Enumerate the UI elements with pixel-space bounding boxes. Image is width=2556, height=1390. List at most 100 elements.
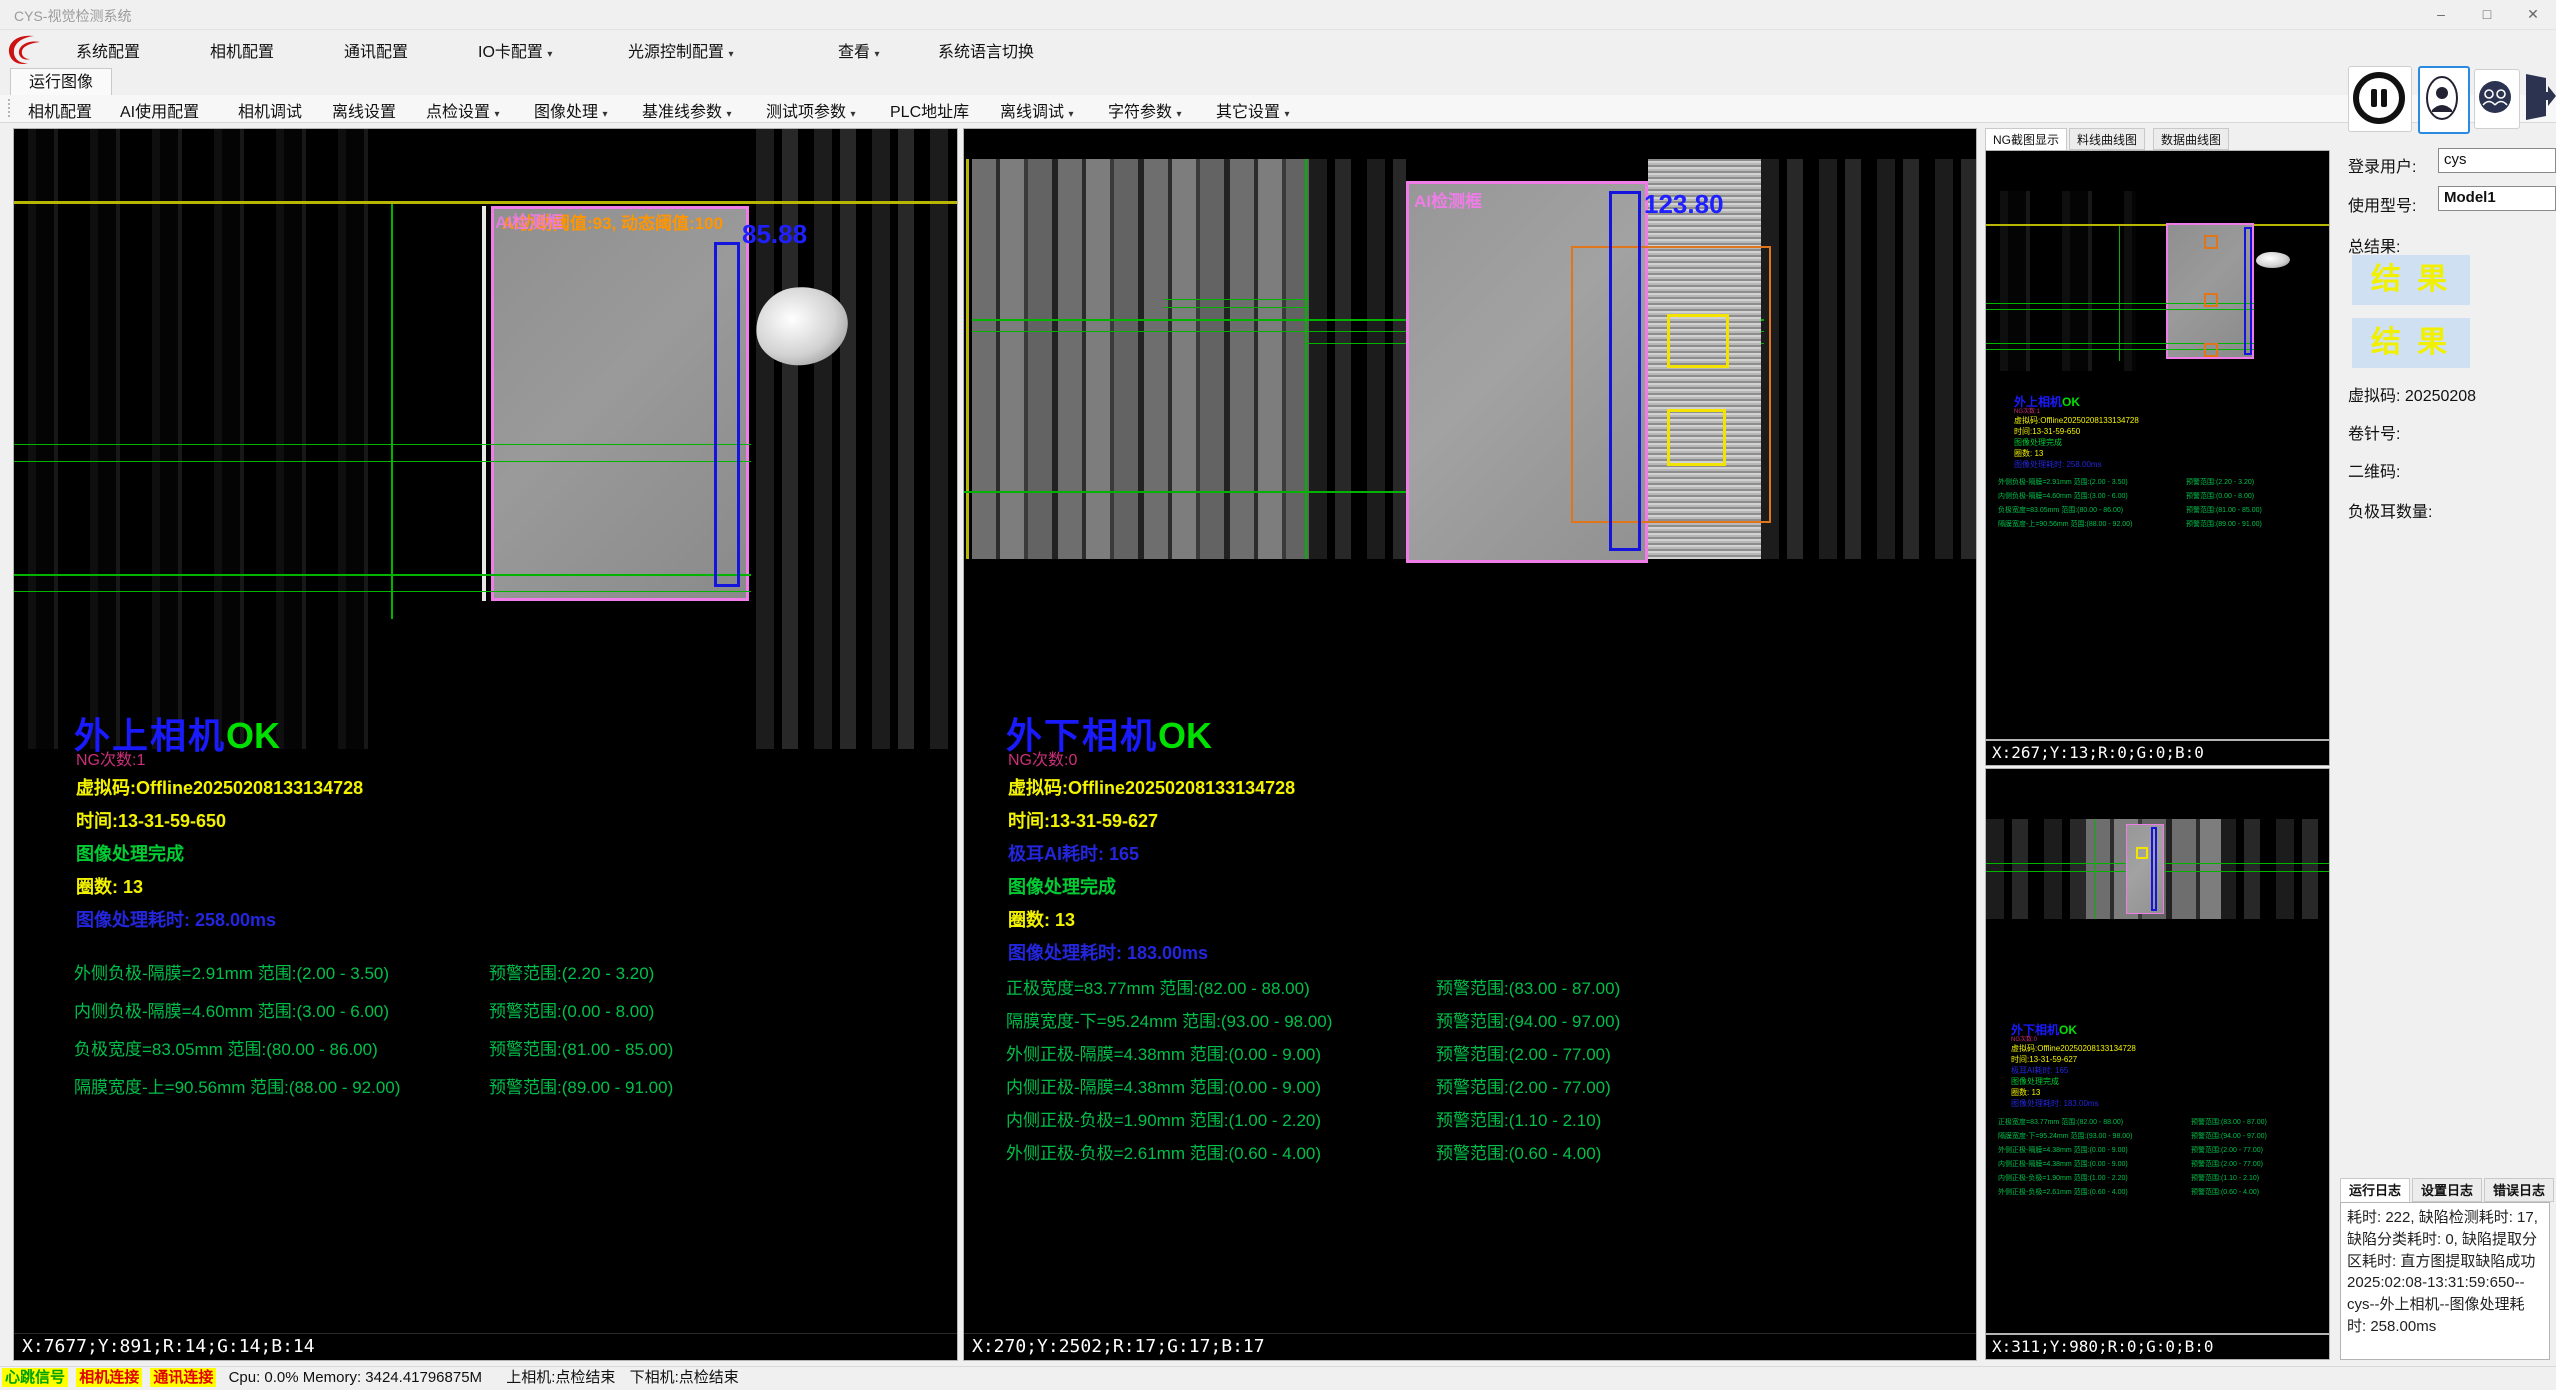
- toolbar-item-other-settings[interactable]: 其它设置 ▾: [1216, 98, 1290, 122]
- menu-label: 系统语言切换: [938, 44, 1034, 61]
- pixel-coordinate-bar: X:270;Y:2502;R:17;G:17;B:17: [964, 1333, 1976, 1360]
- measure-value-overlay: 123.80: [1644, 189, 1724, 220]
- exit-button[interactable]: [2524, 66, 2556, 130]
- toolbar-item-offline-debug[interactable]: 离线调试 ▾: [1000, 98, 1074, 122]
- heartbeat-badge: 心跳信号: [2, 1368, 68, 1387]
- green-line: [1164, 307, 1309, 308]
- mini-warn: 预警范围:(94.00 - 97.00): [2191, 1131, 2267, 1141]
- menu-item-view[interactable]: 查看 ▾: [838, 38, 880, 62]
- image-strips-left: [14, 129, 394, 749]
- menu-item-light-config[interactable]: 光源控制配置 ▾: [628, 38, 734, 62]
- measurement-row: 内侧正极-隔膜=4.38mm 范围:(0.00 - 9.00): [1006, 1073, 1321, 1098]
- toolbar-item-baseline-params[interactable]: 基准线参数 ▾: [642, 98, 732, 122]
- measurement-row: 内侧正极-负极=1.90mm 范围:(1.00 - 2.20): [1006, 1106, 1321, 1131]
- green-line: [14, 591, 751, 592]
- chevron-down-icon: ▾: [728, 49, 733, 60]
- close-button[interactable]: ✕: [2510, 0, 2556, 29]
- login-user-field[interactable]: cys: [2438, 148, 2556, 173]
- orange-detect-box: [1571, 246, 1771, 523]
- pause-button[interactable]: [2348, 66, 2412, 132]
- mini-measure: 隔膜宽度-上=90.56mm 范围:(88.00 - 92.00): [1998, 519, 2132, 529]
- menu-label: IO卡配置: [478, 44, 543, 61]
- menu-item-system-config[interactable]: 系统配置: [76, 38, 140, 62]
- mini-measure: 内侧正极-负极=1.90mm 范围:(1.00 - 2.20): [1998, 1173, 2128, 1183]
- user-manage-button[interactable]: [2474, 69, 2520, 129]
- virtual-code-label: 虚拟码: 20250208: [2348, 382, 2476, 406]
- ng-coordinate-bar: X:267;Y:13;R:0;G:0;B:0: [1985, 740, 2330, 766]
- warning-range: 预警范围:(0.00 - 8.00): [489, 997, 654, 1022]
- user-login-button[interactable]: [2418, 66, 2470, 134]
- toolbar-item-test-params[interactable]: 测试项参数 ▾: [766, 98, 856, 122]
- mini-info: 极耳AI耗时: 165: [2011, 1065, 2068, 1076]
- image-strips-right: [1761, 159, 1976, 559]
- blue-measure-box: [1609, 191, 1641, 551]
- title-bar: CYS-视觉检测系统 – □ ✕: [0, 0, 2556, 30]
- model-field[interactable]: Model1: [2438, 186, 2556, 211]
- mini-info: 图像处理完成: [2011, 1076, 2059, 1087]
- tab-ng-display[interactable]: NG截图显示: [1985, 128, 2067, 150]
- mini-ng-count: NG次数:0: [2011, 1034, 2037, 1043]
- mini-measure: 外侧负极-隔膜=2.91mm 范围:(2.00 - 3.50): [1998, 477, 2128, 487]
- chevron-down-icon: ▾: [547, 49, 552, 60]
- toolbar-item-camera-config[interactable]: 相机配置: [28, 98, 92, 122]
- exit-icon: [2524, 66, 2556, 128]
- mini-warn: 预警范围:(2.00 - 77.00): [2191, 1145, 2263, 1155]
- measurement-row: 外侧正极-隔膜=4.38mm 范围:(0.00 - 9.00): [1006, 1040, 1321, 1065]
- chevron-down-icon: ▾: [726, 109, 731, 120]
- info-loop-count: 圈数: 13: [1008, 906, 1075, 932]
- measurement-text: 隔膜宽度-上=90.56mm 范围:(88.00 - 92.00): [74, 1078, 400, 1097]
- chevron-down-icon: ▾: [850, 109, 855, 120]
- tab-setting-log[interactable]: 设置日志: [2412, 1178, 2482, 1202]
- mini-info: 时间:13-31-59-627: [2011, 1054, 2077, 1065]
- green-line: [1164, 299, 1309, 300]
- yellow-reference-line: [14, 201, 957, 204]
- toolbar-item-char-params[interactable]: 字符参数 ▾: [1108, 98, 1182, 122]
- camera-view-lower: AI检测框 123.80 外下相机OK NG次数:0 虚拟码:Offline20…: [963, 128, 1977, 1361]
- mini-ng-count: NG次数:1: [2014, 406, 2040, 415]
- mini-orange-box: [2204, 343, 2218, 357]
- mini-green-vline: [2094, 819, 2095, 919]
- toolbar-item-ai-config[interactable]: AI使用配置: [120, 98, 199, 122]
- chevron-down-icon: ▾: [494, 109, 499, 120]
- tab-run-image[interactable]: 运行图像: [10, 68, 112, 96]
- toolbar-item-camera-debug[interactable]: 相机调试: [238, 98, 302, 122]
- minimize-button[interactable]: –: [2418, 0, 2464, 29]
- toolbar-item-plc-library[interactable]: PLC地址库: [890, 98, 969, 122]
- total-result-label: 总结果:: [2348, 233, 2400, 257]
- menu-item-comm-config[interactable]: 通讯配置: [344, 38, 408, 62]
- toolbar-item-image-process[interactable]: 图像处理 ▾: [534, 98, 608, 122]
- measure-value-overlay: 85.88: [742, 219, 807, 250]
- yellow-defect-box: [1667, 314, 1729, 368]
- measurement-row: 隔膜宽度-下=95.24mm 范围:(93.00 - 98.00): [1006, 1007, 1332, 1032]
- measurement-text: 内侧正极-隔膜=4.38mm 范围:(0.00 - 9.00): [1006, 1078, 1321, 1097]
- green-vertical-line: [1305, 159, 1307, 559]
- menu-item-language-switch[interactable]: 系统语言切换: [938, 38, 1034, 62]
- qr-code-label: 二维码:: [2348, 458, 2400, 482]
- model-label: 使用型号:: [2348, 192, 2416, 216]
- info-virtual-code: 虚拟码:Offline20250208133134728: [1008, 774, 1295, 800]
- mini-orange-box: [2204, 235, 2218, 249]
- mini-info: 图像处理耗时: 183.00ms: [2011, 1098, 2099, 1109]
- comm-link-badge: 通讯连接: [150, 1368, 216, 1387]
- mini-measure: 外侧正极-隔膜=4.38mm 范围:(0.00 - 9.00): [1998, 1145, 2128, 1155]
- toolbar-item-offline-setting[interactable]: 离线设置: [332, 98, 396, 122]
- measurement-text: 内侧负极-隔膜=4.60mm 范围:(3.00 - 6.00): [74, 1002, 389, 1021]
- mini-camera-status: OK: [2062, 395, 2080, 409]
- menu-item-io-config[interactable]: IO卡配置 ▾: [478, 38, 552, 62]
- menu-item-camera-config[interactable]: 相机配置: [210, 38, 274, 62]
- tab-data-curve[interactable]: 数据曲线图: [2153, 128, 2229, 150]
- maximize-button[interactable]: □: [2464, 0, 2510, 29]
- toolbar-item-spot-check[interactable]: 点检设置 ▾: [426, 98, 500, 122]
- warning-range: 预警范围:(94.00 - 97.00): [1436, 1007, 1620, 1032]
- pixel-coordinate-bar: X:7677;Y:891;R:14;G:14;B:14: [14, 1333, 957, 1360]
- tab-run-log[interactable]: 运行日志: [2340, 1178, 2410, 1202]
- mini-info: 图像处理完成: [2014, 437, 2062, 448]
- tab-error-log[interactable]: 错误日志: [2484, 1178, 2554, 1202]
- run-log-text[interactable]: 耗时: 222, 缺陷检测耗时: 17, 缺陷分类耗时: 0, 缺陷提取分区耗时…: [2340, 1202, 2550, 1360]
- menu-label: 系统配置: [76, 44, 140, 61]
- menu-label: 相机配置: [210, 44, 274, 61]
- warning-range: 预警范围:(2.20 - 3.20): [489, 959, 654, 984]
- mini-blue-box: [2151, 827, 2157, 911]
- mini-warn: 预警范围:(81.00 - 85.00): [2186, 505, 2262, 515]
- tab-line-curve[interactable]: 料线曲线图: [2069, 128, 2145, 150]
